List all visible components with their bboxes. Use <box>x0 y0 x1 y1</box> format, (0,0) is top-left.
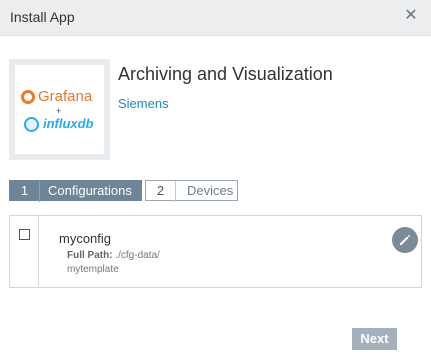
config-path-value-2: mytemplate <box>67 264 119 275</box>
logo-plus: + <box>56 106 62 116</box>
config-path-value: ./cfg-data/ <box>115 250 160 261</box>
grafana-logo-text: Grafana <box>38 88 93 105</box>
step-label: Configurations <box>48 183 132 198</box>
dialog-title: Install App <box>10 9 75 25</box>
grafana-icon <box>21 90 35 104</box>
grafana-logo: Grafana <box>21 88 101 107</box>
influxdb-logo-text: influxdb <box>43 116 94 131</box>
step-number: 2 <box>146 181 176 202</box>
config-path: Full Path: ./cfg-data/ mytemplate <box>67 249 160 277</box>
configuration-list: myconfig Full Path: ./cfg-data/ mytempla… <box>9 215 422 288</box>
config-name: myconfig <box>59 231 112 246</box>
checkbox-column <box>10 216 39 287</box>
next-button[interactable]: Next <box>352 328 397 350</box>
step-configurations[interactable]: 1 Configurations <box>9 180 142 202</box>
influxdb-logo: influxdb <box>24 116 104 134</box>
step-label: Devices <box>187 183 234 198</box>
dialog-titlebar: Install App ✕ <box>0 0 431 36</box>
influxdb-icon <box>24 117 39 132</box>
vendor-link[interactable]: Siemens <box>118 96 169 111</box>
step-devices[interactable]: 2 Devices <box>145 180 238 202</box>
app-name: Archiving and Visualization <box>118 64 333 84</box>
app-logo: Grafana + influxdb <box>9 59 110 160</box>
app-logo-inner: Grafana + influxdb <box>15 65 104 154</box>
close-icon[interactable]: ✕ <box>403 7 419 25</box>
config-checkbox[interactable] <box>19 229 30 240</box>
config-path-label: Full Path: <box>67 250 113 261</box>
pencil-icon <box>400 234 411 245</box>
edit-config-button[interactable] <box>392 227 418 253</box>
step-number: 1 <box>10 181 40 202</box>
